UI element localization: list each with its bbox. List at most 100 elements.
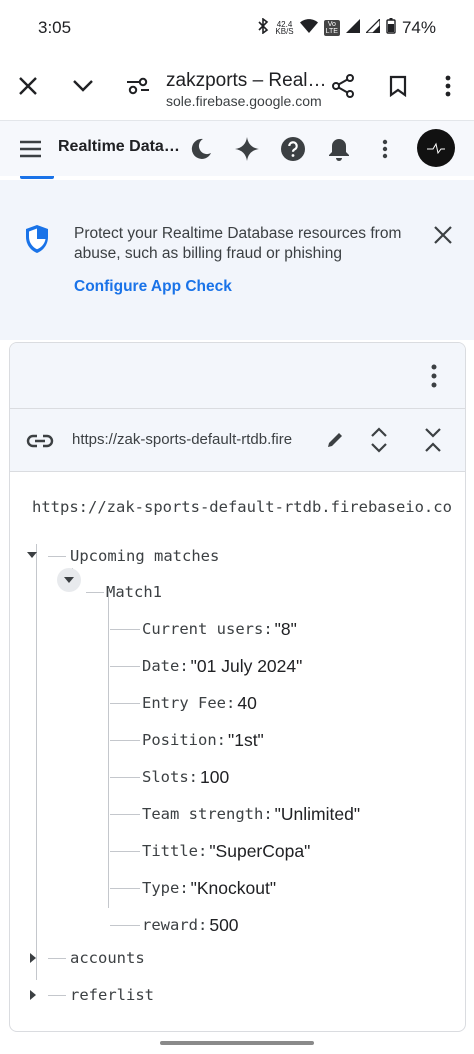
site-settings-button[interactable] bbox=[118, 66, 158, 106]
tree-connector bbox=[110, 851, 140, 852]
node-accounts[interactable]: accounts bbox=[70, 946, 145, 970]
field-value[interactable]: "SuperCopa" bbox=[209, 841, 310, 862]
dark-mode-button[interactable] bbox=[185, 133, 217, 165]
field-key: Slots bbox=[142, 768, 189, 786]
notifications-button[interactable] bbox=[323, 133, 355, 165]
field-current-users[interactable]: Current users: "8" bbox=[142, 617, 297, 641]
field-date[interactable]: Date: "01 July 2024" bbox=[142, 654, 302, 678]
field-entry-fee[interactable]: Entry Fee: 40 bbox=[142, 691, 257, 715]
field-value[interactable]: 500 bbox=[209, 915, 238, 936]
bookmark-icon bbox=[389, 75, 407, 97]
status-bar: 3:05 42.4 KB/S Vo LTE 74% bbox=[0, 0, 474, 56]
collapse-match1-toggle[interactable] bbox=[64, 577, 74, 583]
app-check-banner: Protect your Realtime Database resources… bbox=[0, 180, 474, 340]
tree-connector bbox=[110, 666, 140, 667]
field-value[interactable]: 40 bbox=[237, 693, 256, 714]
tree-line-root bbox=[36, 544, 37, 980]
tree-connector bbox=[110, 814, 140, 815]
gesture-bar[interactable] bbox=[160, 1041, 314, 1045]
edit-url-button[interactable] bbox=[320, 425, 350, 455]
minimize-tab-button[interactable] bbox=[63, 66, 103, 106]
browser-menu-button[interactable] bbox=[428, 66, 468, 106]
field-value[interactable]: "8" bbox=[275, 619, 297, 640]
bookmark-button[interactable] bbox=[378, 66, 418, 106]
tree-line-match1 bbox=[108, 590, 109, 908]
net-speed-unit: KB/S bbox=[275, 27, 294, 36]
field-key: Type bbox=[142, 879, 180, 897]
expand-referlist-toggle[interactable] bbox=[30, 990, 36, 1000]
close-tab-button[interactable] bbox=[8, 66, 48, 106]
banner-message: Protect your Realtime Database resources… bbox=[74, 225, 402, 262]
field-colon: : bbox=[226, 694, 236, 712]
page-title[interactable]: zakzports – Real… bbox=[166, 70, 327, 92]
battery-percent: 74% bbox=[401, 18, 436, 37]
field-value[interactable]: "Knockout" bbox=[191, 878, 276, 899]
field-colon: : bbox=[198, 916, 208, 934]
database-url-bar: https://zak-sports-default-rtdb.fire bbox=[10, 409, 465, 472]
menu-button[interactable] bbox=[14, 133, 46, 165]
menu-icon bbox=[20, 140, 41, 158]
share-icon bbox=[332, 74, 354, 98]
database-url[interactable]: https://zak-sports-default-rtdb.fire bbox=[72, 431, 320, 448]
signal-icon bbox=[345, 19, 360, 37]
field-value[interactable]: 100 bbox=[200, 767, 229, 788]
field-team-strength[interactable]: Team strength: "Unlimited" bbox=[142, 802, 360, 826]
node-referlist[interactable]: referlist bbox=[70, 983, 154, 1007]
field-key: Team strength bbox=[142, 805, 264, 823]
shield-icon bbox=[24, 224, 50, 259]
field-colon: : bbox=[263, 620, 273, 638]
node-key: referlist bbox=[70, 986, 154, 1004]
net-speed: 42.4 KB/S bbox=[275, 21, 294, 36]
field-value[interactable]: "01 July 2024" bbox=[191, 656, 303, 677]
header-title: Realtime Data… bbox=[58, 138, 180, 155]
collapse-all-button[interactable] bbox=[418, 425, 448, 455]
configure-app-check-link[interactable]: Configure App Check bbox=[74, 278, 232, 296]
collapse-upcoming-toggle[interactable] bbox=[27, 552, 37, 558]
root-url[interactable]: https://zak-sports-default-rtdb.firebase… bbox=[32, 498, 452, 516]
expand-all-button[interactable] bbox=[364, 425, 394, 455]
close-icon bbox=[434, 226, 452, 244]
field-key: Tittle bbox=[142, 842, 198, 860]
close-icon bbox=[19, 77, 37, 95]
field-key: Entry Fee bbox=[142, 694, 226, 712]
status-time: 3:05 bbox=[38, 18, 72, 37]
field-slots[interactable]: Slots: 100 bbox=[142, 765, 229, 789]
field-tittle[interactable]: Tittle: "SuperCopa" bbox=[142, 839, 310, 863]
field-position[interactable]: Position: "1st" bbox=[142, 728, 264, 752]
card-toolbar bbox=[10, 343, 465, 409]
header-more-button[interactable] bbox=[369, 133, 401, 165]
gemini-sparkle-icon bbox=[235, 137, 259, 161]
tree-connector bbox=[86, 592, 104, 593]
active-tab-indicator bbox=[20, 176, 54, 179]
card-menu-button[interactable] bbox=[420, 361, 448, 391]
field-reward[interactable]: reward: 500 bbox=[142, 913, 239, 937]
signal-2-icon bbox=[364, 17, 381, 37]
field-value[interactable]: "1st" bbox=[228, 730, 264, 751]
node-key: Match1 bbox=[106, 583, 162, 601]
field-value[interactable]: "Unlimited" bbox=[275, 804, 360, 825]
expand-icon bbox=[371, 427, 387, 453]
node-upcoming-matches[interactable]: Upcoming matches bbox=[70, 544, 219, 568]
help-button[interactable] bbox=[277, 133, 309, 165]
field-colon: : bbox=[188, 768, 199, 786]
expand-accounts-toggle[interactable] bbox=[30, 953, 36, 963]
site-settings-icon bbox=[127, 77, 149, 95]
share-button[interactable] bbox=[323, 66, 363, 106]
gemini-button[interactable] bbox=[231, 133, 263, 165]
tree-connector bbox=[110, 925, 140, 926]
field-type[interactable]: Type: "Knockout" bbox=[142, 876, 276, 900]
node-match1[interactable]: Match1 bbox=[106, 580, 162, 604]
field-colon: : bbox=[263, 805, 273, 823]
database-tree: https://zak-sports-default-rtdb.firebase… bbox=[10, 472, 465, 1031]
avatar[interactable] bbox=[417, 129, 455, 167]
volte-bottom: LTE bbox=[325, 28, 338, 35]
field-colon: : bbox=[179, 657, 189, 675]
banner-close-button[interactable] bbox=[432, 224, 460, 252]
tree-connector bbox=[110, 777, 140, 778]
field-key: Current users bbox=[142, 620, 264, 638]
more-vert-icon bbox=[382, 139, 388, 159]
page-url[interactable]: sole.firebase.google.com bbox=[166, 93, 322, 109]
more-vert-icon bbox=[445, 75, 451, 97]
tree-connector bbox=[110, 629, 140, 630]
volte-icon: Vo LTE bbox=[323, 20, 340, 36]
